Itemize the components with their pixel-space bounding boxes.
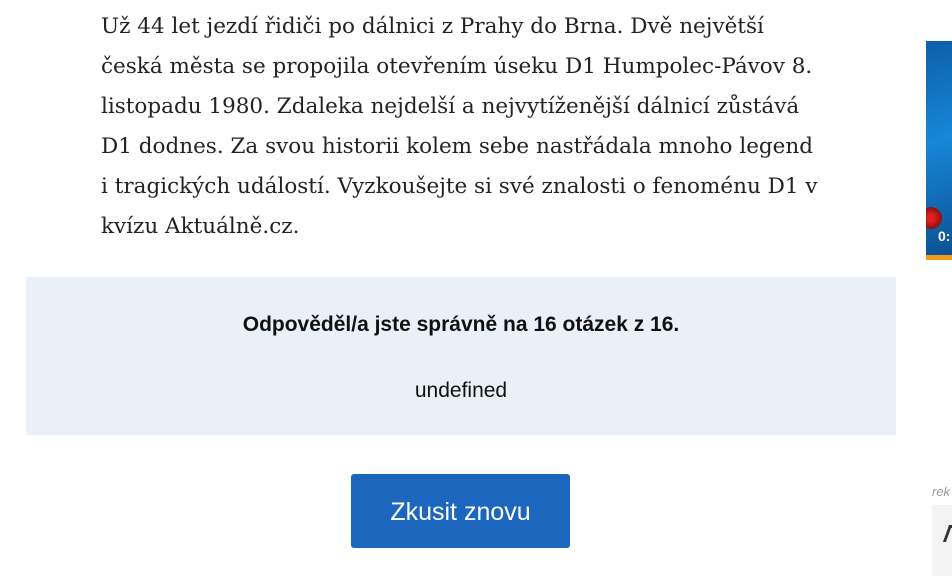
article-line: D1 dodnes. Za svou historii kolem sebe n… bbox=[101, 134, 814, 159]
quiz-result-page: Už 44 let jezdí řidiči po dálnici z Prah… bbox=[0, 0, 952, 576]
article-line: listopadu 1980. Zdaleka nejdelší a nejvy… bbox=[101, 94, 800, 119]
article-intro: Už 44 let jezdí řidiči po dálnici z Prah… bbox=[101, 7, 831, 247]
video-thumbnail[interactable]: 0: bbox=[926, 41, 952, 260]
thumbnail-graphic bbox=[926, 207, 942, 229]
quiz-score-text: Odpověděl/a jste správně na 16 otázek z … bbox=[242, 313, 680, 336]
video-progress-bar bbox=[926, 255, 952, 260]
article-line: Už 44 let jezdí řidiči po dálnici z Prah… bbox=[101, 14, 764, 39]
video-duration: 0: bbox=[938, 228, 951, 244]
retry-button[interactable]: Zkusit znovu bbox=[351, 474, 570, 548]
article-line: i tragických událostí. Vyzkoušejte si sv… bbox=[101, 174, 818, 199]
article-line: kvízu Aktuálně.cz. bbox=[101, 214, 300, 239]
quiz-result-box: Odpověděl/a jste správně na 16 otázek z … bbox=[26, 277, 896, 435]
ad-banner[interactable] bbox=[932, 505, 952, 576]
article-line: česká města se propojila otevřením úseku… bbox=[101, 54, 813, 79]
quiz-result-note: undefined bbox=[414, 379, 508, 402]
ad-label: rek bbox=[932, 484, 951, 499]
ad-logo-icon bbox=[942, 525, 952, 542]
